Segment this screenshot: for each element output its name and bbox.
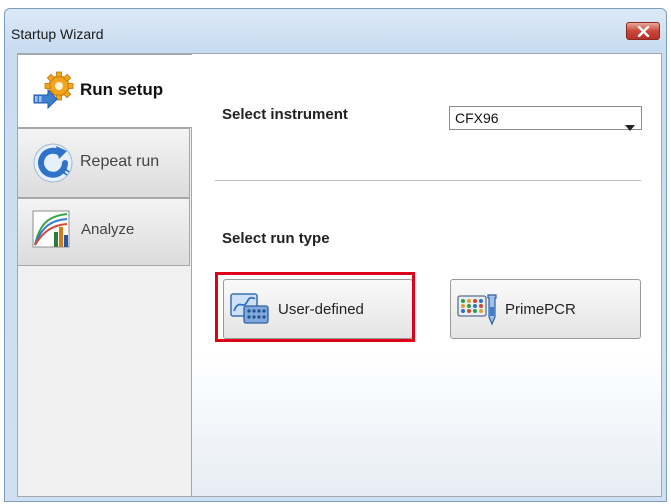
- user-defined-label: User-defined: [278, 301, 364, 318]
- tab-repeat-run-label: Repeat run: [80, 153, 160, 170]
- tab-run-setup[interactable]: Run setup: [18, 54, 192, 128]
- run-setup-panel: Select instrument CFX96 Select run type: [191, 54, 661, 496]
- plate-tube-icon: [457, 293, 497, 331]
- primepcr-label: PrimePCR: [505, 301, 576, 318]
- title-bar[interactable]: Startup Wizard: [5, 9, 666, 47]
- wizard-tab-column: Run setup Repeat run Analyze: [18, 54, 192, 496]
- user-defined-button[interactable]: User-defined: [223, 279, 413, 339]
- primepcr-button[interactable]: PrimePCR: [450, 279, 641, 339]
- section-divider: [215, 180, 641, 181]
- chevron-down-icon: [625, 116, 635, 135]
- tab-analyze[interactable]: Analyze: [18, 198, 190, 266]
- instrument-select-value: CFX96: [455, 110, 499, 126]
- plate-chart-icon: [230, 292, 270, 330]
- chart-icon: [32, 210, 74, 254]
- select-instrument-label: Select instrument: [222, 106, 348, 123]
- gear-arrow-icon: [32, 71, 76, 113]
- startup-wizard-window: Startup Wizard Run setup Repeat run Anal…: [4, 8, 667, 502]
- close-icon: [637, 26, 650, 37]
- refresh-icon: [32, 142, 74, 188]
- instrument-select[interactable]: CFX96: [449, 106, 642, 131]
- wizard-client-area: Run setup Repeat run Analyze Select inst…: [17, 53, 662, 497]
- tab-run-setup-label: Run setup: [80, 80, 164, 99]
- select-run-type-label: Select run type: [222, 230, 330, 247]
- close-button[interactable]: [626, 22, 660, 40]
- tab-analyze-label: Analyze: [81, 221, 135, 238]
- tab-repeat-run[interactable]: Repeat run: [18, 128, 190, 198]
- window-title: Startup Wizard: [11, 26, 104, 42]
